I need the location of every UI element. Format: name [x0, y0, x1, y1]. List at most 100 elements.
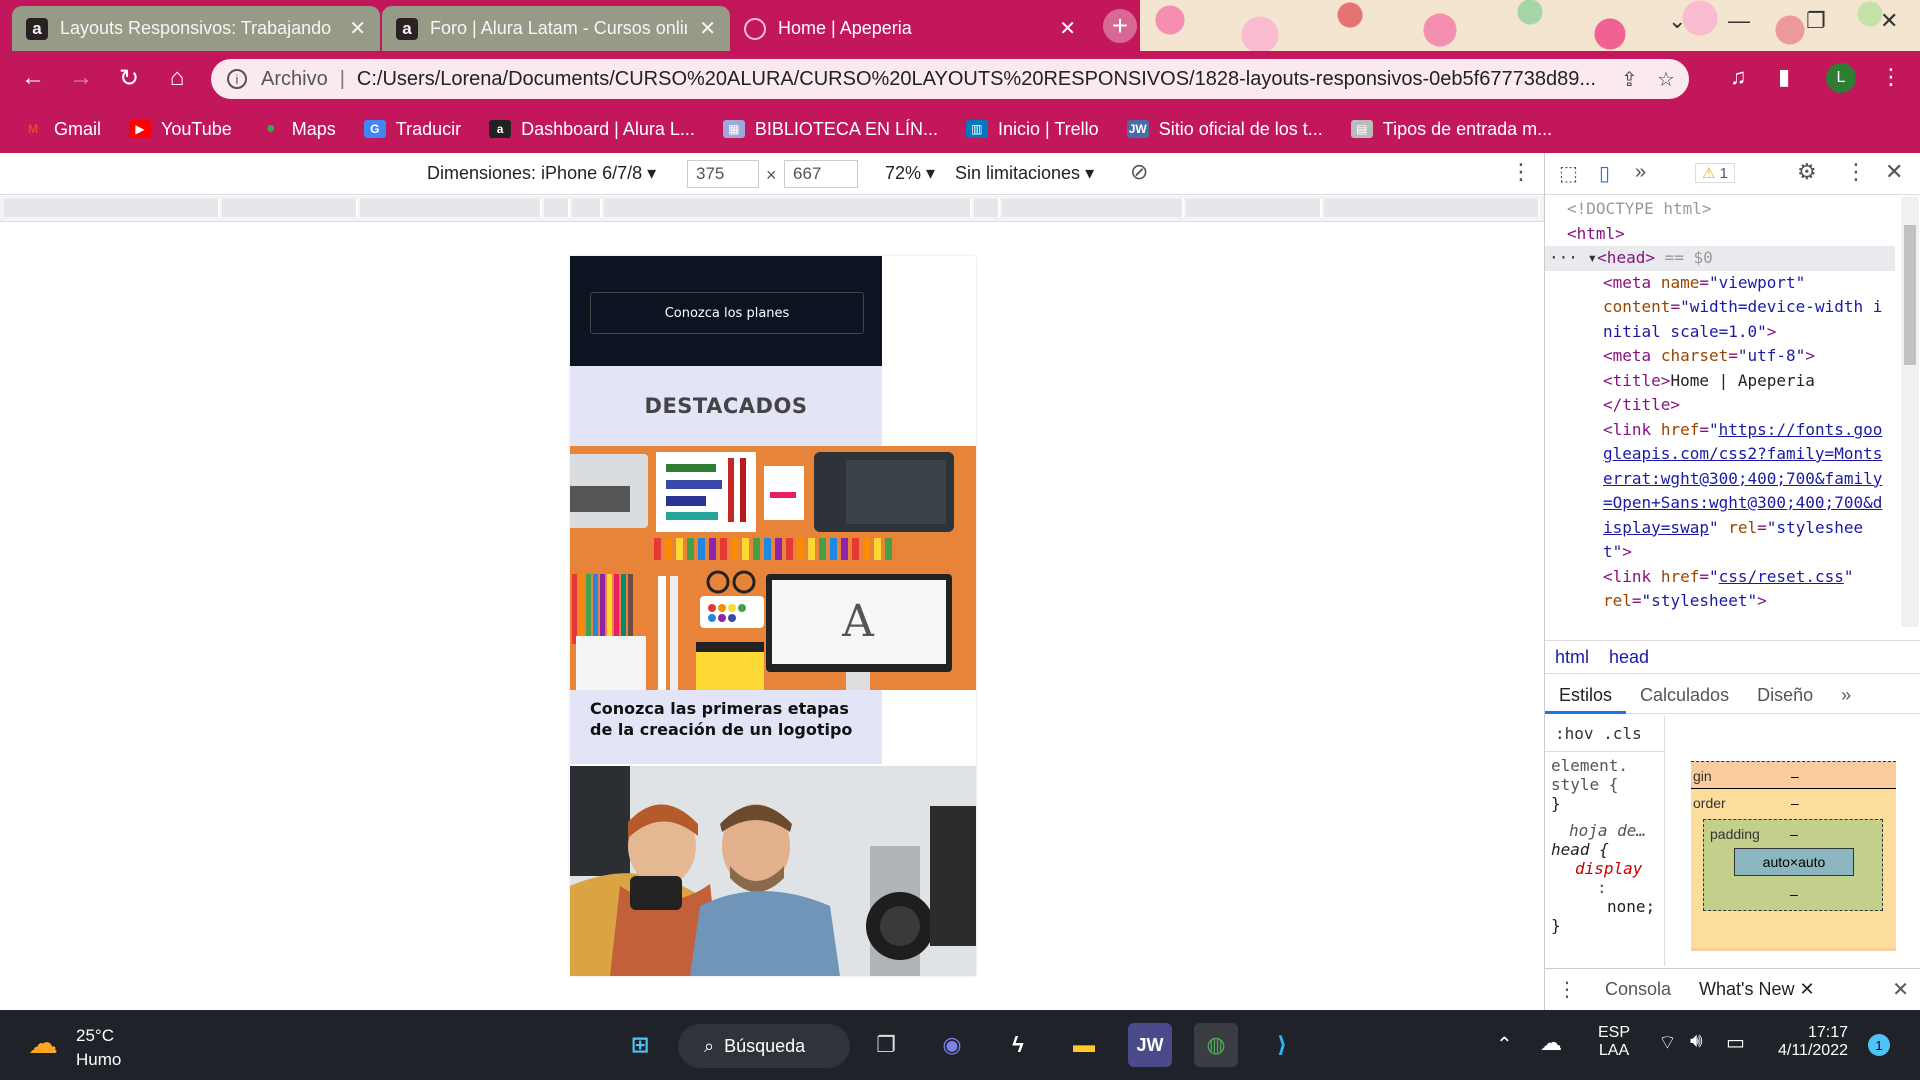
- media-control-icon[interactable]: ♫: [1730, 64, 1747, 90]
- bookmark-dashboard-alura[interactable]: a Dashboard | Alura L...: [489, 119, 695, 140]
- clock[interactable]: 17:17 4/11/2022: [1776, 1024, 1848, 1060]
- tab-diseno[interactable]: Diseño: [1743, 676, 1827, 714]
- close-window-icon[interactable]: ✕: [1880, 8, 1898, 34]
- section-title: DESTACADOS: [570, 366, 882, 446]
- inspect-element-icon[interactable]: ⬚: [1559, 161, 1578, 186]
- minimize-icon[interactable]: —: [1728, 8, 1750, 34]
- onedrive-icon[interactable]: ☁: [1540, 1030, 1562, 1056]
- device-toggle-icon[interactable]: ▯: [1599, 161, 1610, 186]
- forward-icon[interactable]: →: [66, 64, 96, 92]
- devtools-drawer: ⋮ Consola What's New ✕ ✕: [1545, 968, 1920, 1010]
- breadcrumb-html[interactable]: html: [1555, 647, 1589, 668]
- show-hidden-icons-icon[interactable]: ⌃: [1496, 1032, 1513, 1057]
- info-icon[interactable]: i: [227, 69, 247, 89]
- device-options-icon[interactable]: ⋮: [1510, 159, 1532, 185]
- battery-icon[interactable]: ▭: [1726, 1030, 1745, 1055]
- margin-box: gin – order – padding – auto×auto –: [1691, 761, 1896, 951]
- designer-desk-image[interactable]: A: [570, 446, 976, 690]
- document-icon: ▤: [1350, 120, 1373, 138]
- tab-title: Foro | Alura Latam - Cursos online: [430, 18, 688, 38]
- new-tab-button[interactable]: +: [1103, 9, 1137, 43]
- width-input[interactable]: 375: [687, 160, 759, 188]
- url-text[interactable]: C:/Users/Lorena/Documents/CURSO%20ALURA/…: [357, 68, 1627, 91]
- bookmark-jw[interactable]: JW Sitio oficial de los t...: [1126, 119, 1323, 140]
- close-tab-icon[interactable]: ✕: [699, 19, 716, 39]
- photographers-image[interactable]: [570, 766, 976, 976]
- notification-badge[interactable]: 1: [1868, 1034, 1890, 1056]
- styles-pane[interactable]: :hov .cls element. style { } hoja de… he…: [1545, 716, 1665, 966]
- bookmark-trello[interactable]: ▥ Inicio | Trello: [965, 119, 1099, 140]
- task-view-icon[interactable]: ❐: [864, 1023, 908, 1067]
- gmail-icon: M: [28, 122, 38, 136]
- box-model-diagram[interactable]: gin – order – padding – auto×auto –: [1691, 723, 1896, 963]
- file-explorer-icon[interactable]: ▬: [1062, 1023, 1106, 1067]
- reload-icon[interactable]: ↻: [114, 64, 144, 93]
- bookmark-tipos-entrada[interactable]: ▤ Tipos de entrada m...: [1350, 119, 1552, 140]
- bookmark-maps[interactable]: ● Maps: [260, 119, 336, 140]
- zoom-select[interactable]: 72% ▾: [885, 163, 935, 184]
- jw-library-icon[interactable]: JW: [1128, 1023, 1172, 1067]
- app-bolt-icon[interactable]: ϟ: [996, 1023, 1040, 1067]
- side-panel-icon[interactable]: ▮: [1778, 64, 1790, 90]
- breadcrumb: html head: [1545, 640, 1920, 674]
- more-tabs-icon[interactable]: »: [1635, 161, 1646, 184]
- address-bar[interactable]: i Archivo | C:/Users/Lorena/Documents/CU…: [211, 59, 1689, 99]
- elements-scrollbar[interactable]: [1901, 197, 1919, 627]
- tab-estilos[interactable]: Estilos: [1545, 676, 1627, 714]
- restore-icon[interactable]: ❐: [1806, 8, 1826, 34]
- teams-chat-icon[interactable]: ◉: [930, 1023, 974, 1067]
- bookmark-biblioteca[interactable]: ▦ BIBLIOTECA EN LÍN...: [722, 119, 938, 140]
- cls-toggle[interactable]: .cls: [1603, 724, 1642, 743]
- tab-whats-new[interactable]: What's New ✕: [1699, 979, 1815, 1000]
- more-style-tabs-icon[interactable]: »: [1827, 676, 1865, 714]
- alura-icon: a: [489, 120, 512, 138]
- share-icon[interactable]: ⇪: [1621, 67, 1638, 92]
- throttle-select[interactable]: Sin limitaciones ▾: [955, 163, 1094, 184]
- close-devtools-icon[interactable]: ✕: [1885, 159, 1903, 185]
- elements-tree[interactable]: <!DOCTYPE html> <html> ··· ▾<head> == $0…: [1545, 197, 1895, 627]
- tab-calculados[interactable]: Calculados: [1626, 676, 1743, 714]
- card-caption[interactable]: Conozca las primeras etapas de la creaci…: [570, 690, 882, 764]
- padding-box: padding – auto×auto –: [1703, 819, 1883, 911]
- menu-kebab-icon[interactable]: ⋮: [1880, 64, 1902, 90]
- phone-page[interactable]: Conozca los planes DESTACADOS A Conozca …: [570, 256, 976, 976]
- youtube-icon: ▶: [129, 120, 152, 138]
- chrome-icon[interactable]: ◍: [1194, 1023, 1238, 1067]
- tab-layouts-responsivos[interactable]: a Layouts Responsivos: Trabajando con di…: [12, 6, 380, 51]
- windows-start-icon[interactable]: ⊞: [618, 1023, 662, 1067]
- breadcrumb-head[interactable]: head: [1609, 647, 1649, 668]
- weather-icon[interactable]: ☁: [28, 1026, 58, 1061]
- media-query-bar[interactable]: [0, 196, 1544, 222]
- close-tab-icon[interactable]: ✕: [1059, 19, 1076, 39]
- tab-search-icon[interactable]: ⌄: [1668, 8, 1686, 34]
- devtools-menu-icon[interactable]: ⋮: [1845, 159, 1867, 185]
- home-icon[interactable]: ⌂: [162, 64, 192, 92]
- volume-icon[interactable]: 🔊︎: [1690, 1030, 1703, 1053]
- search-box[interactable]: ⌕ Búsqueda: [678, 1024, 850, 1068]
- back-icon[interactable]: ←: [18, 64, 48, 92]
- jw-icon: JW: [1126, 120, 1149, 138]
- tab-home-apeperia[interactable]: Home | Apeperia ✕: [730, 6, 1090, 51]
- vscode-icon[interactable]: ⟩: [1260, 1023, 1304, 1067]
- profile-avatar[interactable]: L: [1826, 63, 1856, 93]
- bookmark-star-icon[interactable]: ☆: [1657, 67, 1675, 92]
- hov-toggle[interactable]: :hov: [1555, 724, 1594, 743]
- close-tab-icon[interactable]: ✕: [349, 19, 366, 39]
- settings-gear-icon[interactable]: ⚙: [1797, 159, 1817, 185]
- tab-consola[interactable]: Consola: [1605, 979, 1671, 1000]
- height-input[interactable]: 667: [784, 160, 858, 188]
- wifi-icon[interactable]: ⌔: [1658, 1030, 1677, 1055]
- warnings-badge[interactable]: ⚠ 1: [1695, 163, 1735, 183]
- bookmark-gmail[interactable]: M Gmail: [22, 119, 101, 140]
- rotate-icon[interactable]: ⊘: [1130, 159, 1148, 185]
- devtools-header: ⬚ ▯ » ⚠ 1 ⚙ ⋮ ✕: [1545, 153, 1920, 195]
- bookmark-youtube[interactable]: ▶ YouTube: [129, 119, 232, 140]
- device-select[interactable]: Dimensiones: iPhone 6/7/8 ▾: [427, 163, 656, 184]
- language-indicator[interactable]: ESP LAA: [1598, 1024, 1630, 1060]
- close-drawer-icon[interactable]: ✕: [1892, 977, 1909, 1002]
- plans-button[interactable]: Conozca los planes: [590, 292, 864, 334]
- tab-foro-alura[interactable]: a Foro | Alura Latam - Cursos online ✕: [382, 6, 730, 51]
- drawer-menu-icon[interactable]: ⋮: [1557, 977, 1577, 1002]
- windows-taskbar: ☁ 25°C Humo ⊞ ⌕ Búsqueda ❐ ◉ ϟ ▬ JW ◍ ⟩ ⌃…: [0, 1010, 1920, 1080]
- bookmark-traducir[interactable]: G Traducir: [363, 119, 461, 140]
